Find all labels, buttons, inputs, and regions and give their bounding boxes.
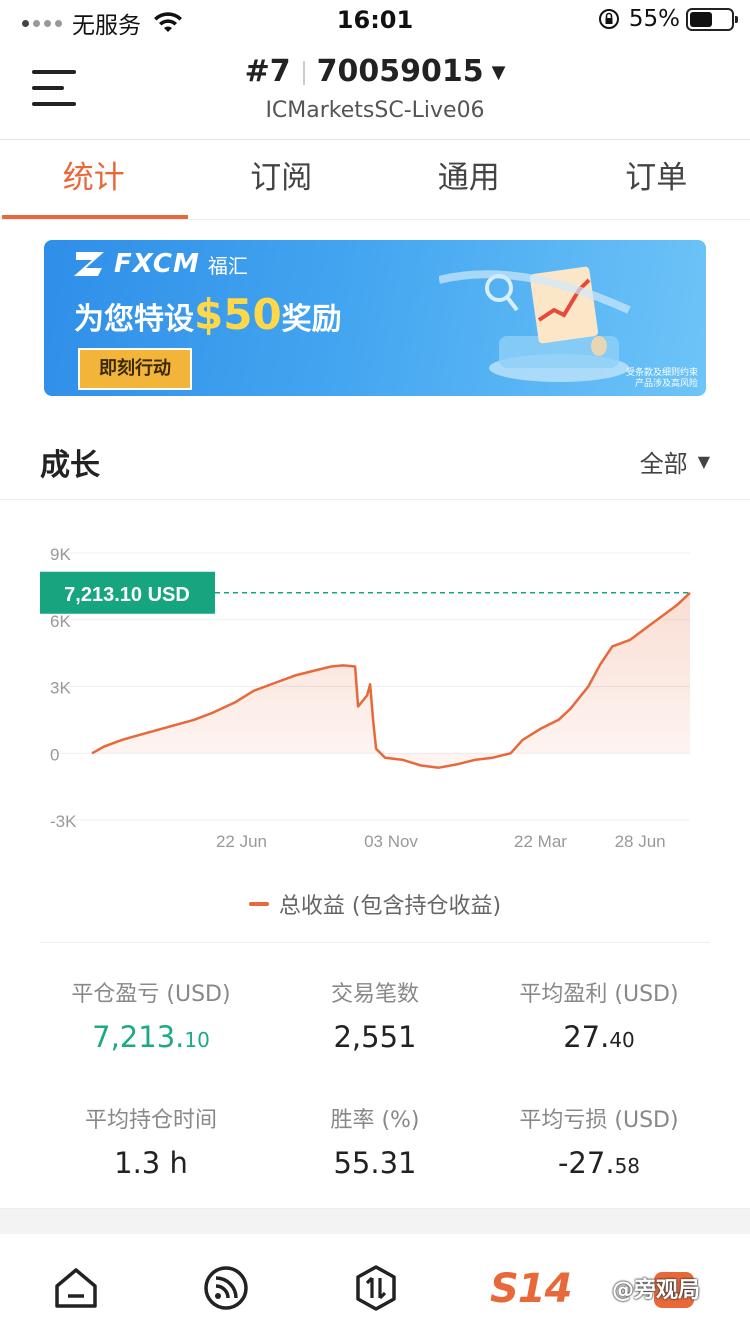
range-label: 全部: [639, 450, 688, 478]
caret-down-icon: ▼: [697, 452, 710, 471]
x-tick-label: 28 Jun: [615, 832, 666, 851]
stat-avg-profit: 平均盈利 (USD) 27.40: [474, 976, 724, 1054]
stat-value: 27.40: [563, 1020, 635, 1054]
tab-orders[interactable]: 订单: [563, 140, 750, 219]
tab-general[interactable]: 通用: [375, 140, 563, 219]
rotation-lock-icon: [598, 9, 619, 29]
account-index: #7: [244, 54, 291, 89]
x-tick-label: 22 Mar: [514, 832, 567, 851]
home-icon[interactable]: [52, 1264, 100, 1312]
battery-icon: [686, 7, 738, 31]
stat-label: 平均持仓时间: [84, 1108, 217, 1133]
banner-illustration: [439, 266, 631, 382]
promo-banner[interactable]: FXCM 福汇 为您特设$50奖励 即刻行动 受条款及细则约束 产品涉及高风险: [44, 240, 706, 396]
banner-brand-cn: 福汇: [207, 253, 248, 278]
feed-icon[interactable]: [202, 1264, 250, 1312]
stat-label: 平仓盈亏 (USD): [71, 982, 231, 1007]
battery-percent: 55%: [628, 6, 680, 32]
stat-label: 交易笔数: [330, 982, 419, 1007]
stat-label: 胜率 (%): [330, 1108, 420, 1133]
stat-label: 平均盈利 (USD): [519, 982, 679, 1007]
section-gap: [0, 1208, 750, 1234]
stat-value: 55.31: [333, 1146, 417, 1180]
account-header: #7 70059015 ▼ ICMarketsSC-Live06: [0, 42, 750, 140]
stat-avg-hold: 平均持仓时间 1.3 h: [26, 1102, 276, 1180]
banner-cta-button[interactable]: 即刻行动: [78, 348, 192, 390]
x-tick-label: 22 Jun: [216, 832, 267, 851]
growth-section-header: 成长 全部 ▼: [0, 420, 750, 500]
banner-fine-print: 受条款及细则约束 产品涉及高风险: [625, 368, 698, 389]
y-tick-label: 0: [50, 745, 59, 764]
stat-value: 1.3 h: [114, 1146, 188, 1180]
caret-down-icon: ▼: [491, 62, 506, 83]
tab-stats[interactable]: 统计: [0, 140, 188, 219]
y-tick-label: 6K: [50, 612, 71, 631]
stat-label: 平均亏损 (USD): [519, 1108, 679, 1133]
status-right: 55%: [597, 6, 738, 32]
bottom-nav: S14 @旁观局: [0, 1234, 750, 1334]
legend-label: 总收益 (包含持仓收益): [278, 894, 502, 919]
tab-bar: 统计 订阅 通用 订单: [0, 140, 750, 220]
server-name: ICMarketsSC-Live06: [265, 98, 485, 123]
stat-value: 2,551: [333, 1020, 417, 1054]
stat-avg-loss: 平均亏损 (USD) -27.58: [474, 1102, 724, 1180]
watermark: @旁观局: [612, 1278, 701, 1303]
banner-amount: $50: [194, 290, 282, 339]
stat-trades: 交易笔数 2,551: [250, 976, 500, 1054]
growth-chart[interactable]: 9K 6K 3K 0 -3K 22 Jun 03 Nov 22 Mar 28 Jun 7,213.…: [0, 500, 750, 940]
stat-closed-pl: 平仓盈亏 (USD) 7,213.10: [26, 976, 276, 1054]
s14-tab[interactable]: S14: [490, 1266, 572, 1312]
trade-icon[interactable]: [352, 1264, 400, 1312]
banner-logo: FXCM 福汇: [72, 248, 248, 280]
legend-swatch: [248, 902, 269, 906]
banner-title: 为您特设$50奖励: [74, 290, 342, 339]
x-tick-label: 03 Nov: [364, 832, 418, 851]
growth-title: 成长: [40, 448, 100, 483]
stat-value: 7,213.10: [92, 1020, 210, 1054]
fxcm-logo-icon: [74, 252, 104, 276]
stat-win-rate: 胜率 (%) 55.31: [250, 1102, 500, 1180]
y-tick-label: 3K: [50, 679, 71, 698]
divider: [40, 942, 710, 943]
stat-value: -27.58: [557, 1146, 641, 1180]
status-bar: 无服务 16:01 55%: [0, 0, 750, 42]
range-dropdown[interactable]: 全部 ▼: [640, 444, 710, 479]
series-area: [92, 592, 690, 768]
y-tick-label: -3K: [50, 812, 77, 831]
y-tick-label: 9K: [50, 545, 71, 564]
current-value-label: 7,213.10 USD: [64, 584, 190, 606]
banner-brand: FXCM: [114, 249, 200, 279]
chart-legend[interactable]: 总收益 (包含持仓收益): [0, 888, 750, 920]
account-selector[interactable]: #7 70059015 ▼: [0, 54, 750, 89]
tab-subscribe[interactable]: 订阅: [188, 140, 376, 219]
account-number: 70059015: [316, 54, 484, 89]
